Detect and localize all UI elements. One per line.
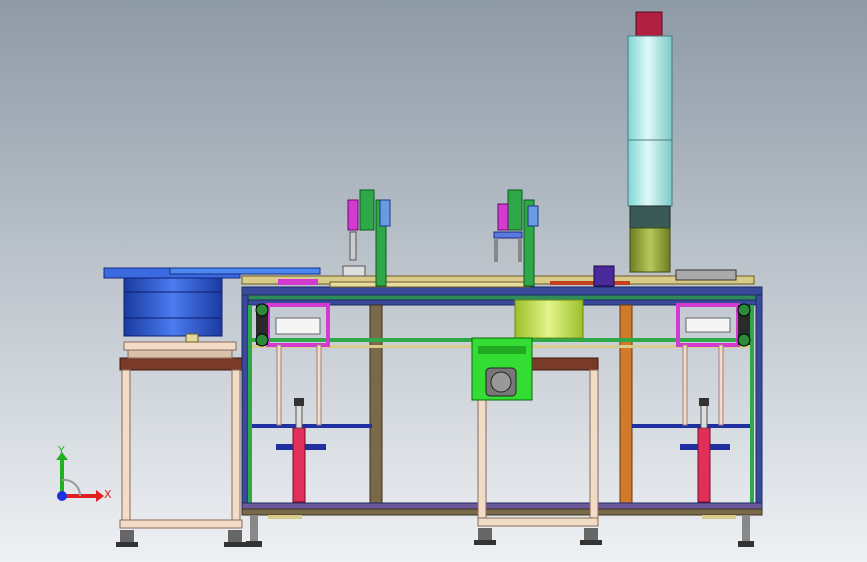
cad-3d-viewport[interactable]: X Y — [0, 0, 867, 562]
z-axis-dot — [57, 491, 67, 501]
y-axis-label: Y — [57, 444, 65, 457]
ultrasonic-welder[interactable] — [627, 11, 673, 273]
x-axis-label: X — [104, 488, 112, 501]
horn-base-cylinder — [514, 299, 584, 339]
green-gearbox[interactable] — [471, 337, 533, 401]
